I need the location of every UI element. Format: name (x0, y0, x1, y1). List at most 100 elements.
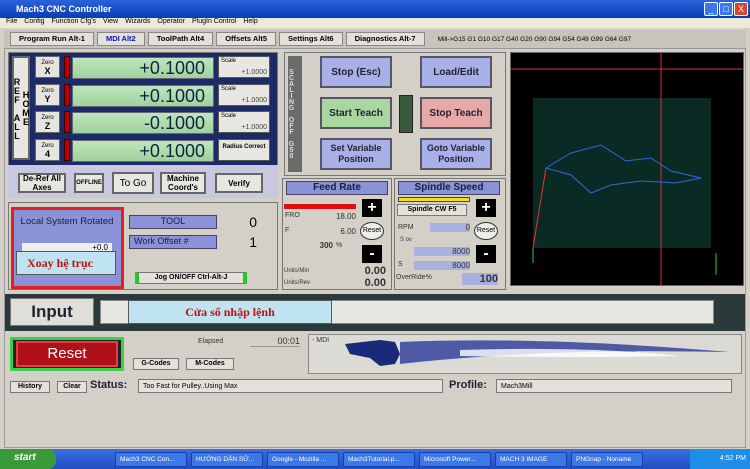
maximize-button[interactable]: □ (719, 2, 733, 16)
zero-4-button[interactable]: Zero 4 (35, 139, 60, 161)
minimize-button[interactable]: _ (704, 2, 718, 16)
elapsed-value: 00:01 (250, 336, 300, 347)
pointing-hand-icon (345, 340, 730, 366)
menu-function-cfgs[interactable]: Function Cfg's (52, 18, 97, 28)
menu-help[interactable]: Help (243, 18, 257, 28)
task-firefox[interactable]: Google - Mozilla ... (267, 451, 339, 467)
task-mach3[interactable]: Mach3 CNC Con... (115, 451, 187, 467)
work-offset-label: Work Offset # (129, 235, 217, 249)
reset-button[interactable]: Reset (16, 341, 118, 367)
units-min-label: Units/Min (284, 268, 310, 274)
profile-label: Profile: (449, 379, 487, 391)
status-label: Status: (90, 379, 128, 391)
rotation-annotation: Xoay hệ trục (16, 251, 116, 275)
fro-value: 18.00 (335, 212, 356, 221)
task-pngnap[interactable]: PNGnap - Noname (571, 451, 643, 467)
set-variable-position-button[interactable]: Set Variable Position (320, 138, 392, 170)
task-mach3-tutorial[interactable]: Mach3Tutorial.p... (343, 451, 415, 467)
tool-label: TOOL (129, 215, 217, 229)
f-value[interactable]: 6.00 (310, 227, 356, 236)
task-mach3-image[interactable]: MACH 3 IMAGE (495, 451, 567, 467)
spindle-minus-button[interactable]: - (476, 245, 496, 263)
rpm-value: 0 (430, 223, 470, 232)
a-dro[interactable]: +0.1000 (72, 140, 214, 162)
mcodes-button[interactable]: M-Codes (186, 358, 234, 370)
zero-z-button[interactable]: Zero Z (35, 111, 60, 133)
f-label: F (285, 227, 290, 234)
jog-toggle-button[interactable]: Jog ON/OFF Ctrl-Alt-J (135, 272, 247, 284)
stop-button[interactable]: Stop (Esc) (320, 56, 392, 88)
radius-correct-button[interactable]: Radius Correct (218, 139, 270, 161)
spindle-bar (398, 197, 470, 202)
to-go-button[interactable]: To Go (112, 172, 154, 194)
x-dro[interactable]: +0.1000 (72, 57, 214, 79)
task-powerpoint[interactable]: Microsoft Power... (419, 451, 491, 467)
gcodes-button[interactable]: G-Codes (133, 358, 179, 370)
task-huong-dan[interactable]: HƯỚNG DẪN SỬ... (191, 451, 263, 467)
profile-field: Mach3Mill (496, 379, 732, 393)
feed-rate-title: Feed Rate (286, 181, 388, 195)
rpm-label: RPM (398, 224, 414, 231)
goto-variable-position-button[interactable]: Goto Variable Position (420, 138, 492, 170)
feed-minus-button[interactable]: - (362, 245, 382, 263)
spindle-cw-button[interactable]: Spindle CW F5 (397, 204, 467, 216)
menu-file[interactable]: File (6, 18, 17, 28)
spindle-reset-button[interactable]: Reset (474, 222, 498, 240)
start-button[interactable]: start (0, 449, 56, 469)
a-ref-led (64, 139, 70, 161)
feed-bar (284, 204, 356, 209)
spindle-override-value[interactable]: 100 (462, 273, 498, 285)
s-value[interactable]: 8000 (414, 261, 470, 270)
units-min-value: 0.00 (364, 265, 386, 277)
spindle-plus-button[interactable]: + (476, 199, 496, 217)
input-annotation: Cửa sổ nhập lệnh (128, 300, 332, 324)
zero-y-button[interactable]: Zero Y (35, 84, 60, 106)
menu-config[interactable]: Config (24, 18, 44, 28)
tab-settings[interactable]: Settings Alt6 (279, 32, 343, 46)
menu-plugin-control[interactable]: PlugIn Control (192, 18, 236, 28)
status-field: Too Fast for Pulley..Using Max (138, 379, 443, 393)
y-ref-led (64, 84, 70, 106)
units-rev-label: Units/Rev (284, 280, 311, 286)
history-button[interactable]: History (10, 381, 50, 393)
stop-teach-button[interactable]: Stop Teach (420, 97, 492, 129)
tab-mdi[interactable]: MDI Alt2 (96, 32, 145, 46)
toolpath-display[interactable] (510, 52, 744, 286)
override-label: OverRide% (396, 274, 432, 281)
mode-label: - MDI (312, 337, 330, 344)
z-dro[interactable]: -0.1000 (72, 112, 214, 134)
clear-button[interactable]: Clear (57, 381, 87, 393)
tab-toolpath[interactable]: ToolPath Alt4 (147, 32, 214, 46)
toolpath-workarea (533, 98, 711, 248)
ref-all-home-button[interactable]: REF ALL HOME (12, 56, 31, 160)
tab-offsets[interactable]: Offsets Alt5 (216, 32, 277, 46)
tab-program-run[interactable]: Program Run Alt-1 (10, 32, 94, 46)
elapsed-label: Elapsed (198, 338, 224, 345)
tool-value[interactable]: 0 (223, 214, 257, 230)
feed-override-percent[interactable]: 300 (305, 241, 333, 250)
feed-reset-button[interactable]: Reset (360, 222, 384, 240)
menu-view[interactable]: View (103, 18, 118, 28)
menu-wizards[interactable]: Wizards (125, 18, 150, 28)
offline-button[interactable]: OFFLINE (74, 173, 104, 193)
machine-coords-button[interactable]: Machine Coord's (160, 172, 206, 194)
verify-button[interactable]: Verify (215, 173, 263, 193)
system-clock: 4:52 PM (690, 449, 750, 469)
feed-plus-button[interactable]: + (362, 199, 382, 217)
x-scale: Scale +1.0000 (218, 56, 270, 78)
x-ref-led (64, 56, 70, 78)
zero-x-button[interactable]: Zero X (35, 56, 60, 78)
work-offset-value[interactable]: 1 (223, 234, 257, 250)
units-rev-value: 0.00 (364, 277, 386, 289)
menu-operator[interactable]: Operator (157, 18, 185, 28)
close-button[interactable]: X (734, 2, 748, 16)
load-edit-button[interactable]: Load/Edit (420, 56, 492, 88)
y-scale: Scale +1.0000 (218, 84, 270, 106)
fro-label: FRO (285, 212, 300, 219)
teach-led (399, 95, 413, 133)
tab-diagnostics[interactable]: Diagnostics Alt-7 (345, 32, 425, 46)
start-teach-button[interactable]: Start Teach (320, 97, 392, 129)
y-dro[interactable]: +0.1000 (72, 85, 214, 107)
gcode-modal-line: Mill->G15 G1 G10 G17 G40 G20 G90 G94 G54… (437, 35, 632, 43)
deref-all-axes-button[interactable]: De-Ref All Axes (18, 173, 66, 193)
